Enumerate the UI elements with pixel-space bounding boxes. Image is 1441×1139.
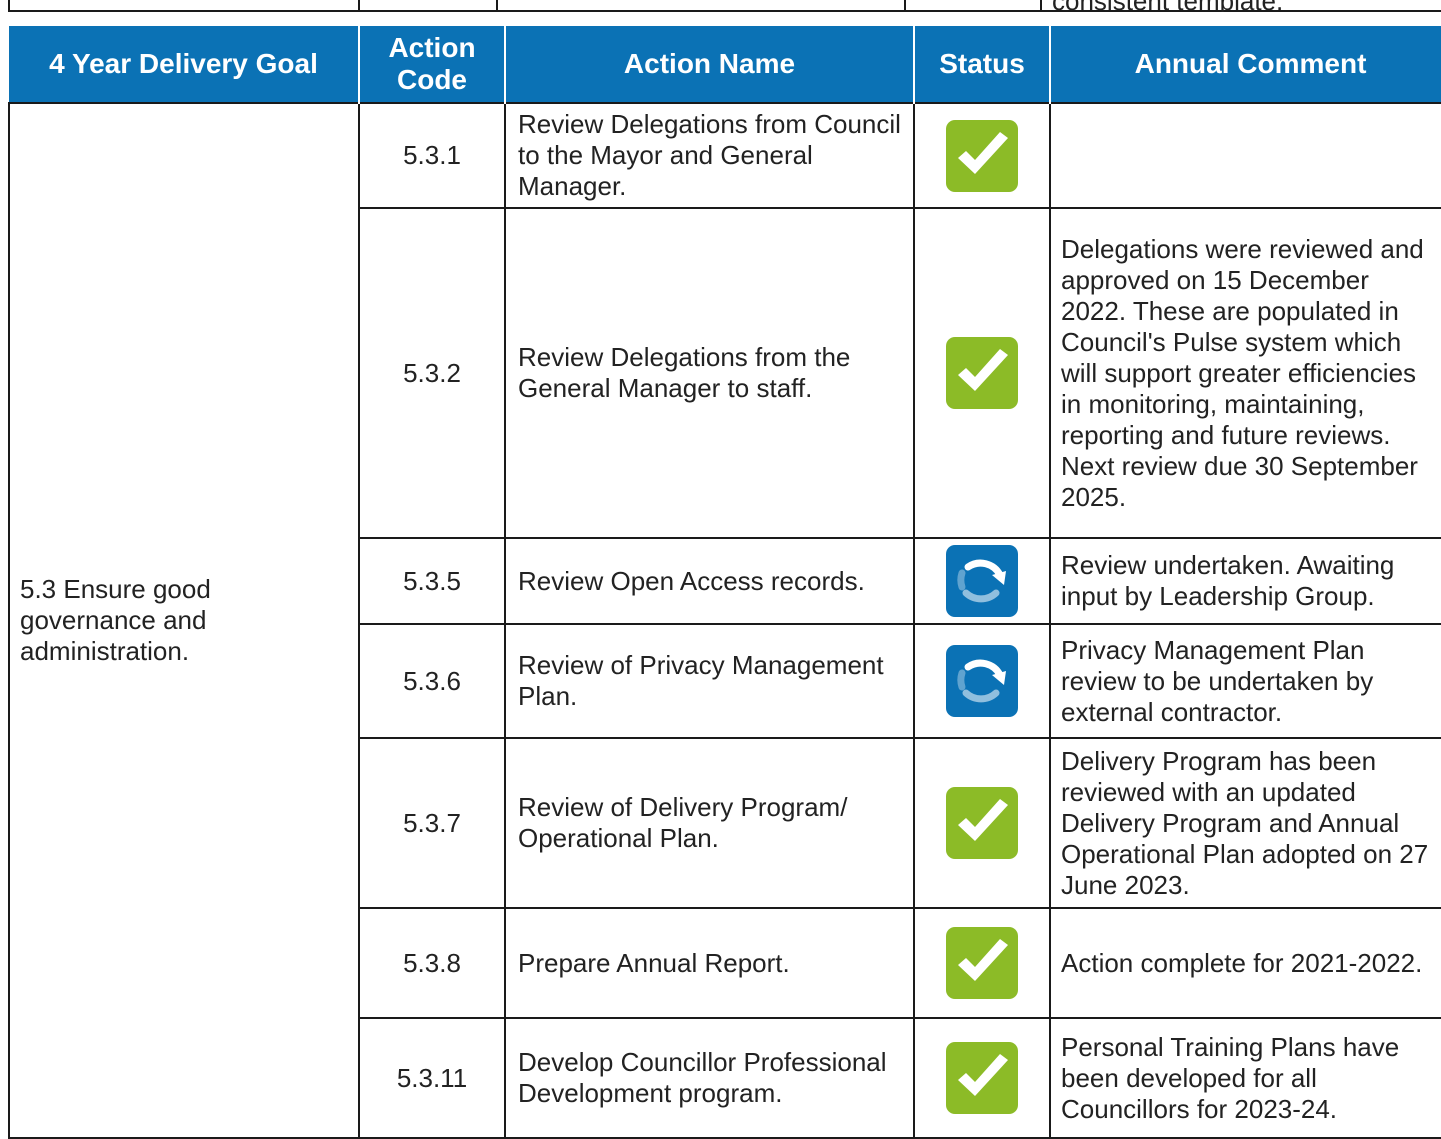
- check-complete-icon: [946, 119, 1018, 192]
- action-code-cell: 5.3.1: [358, 102, 506, 209]
- status-cell: [913, 207, 1051, 539]
- check-complete-icon: [946, 927, 1018, 999]
- annual-comment-cell: Privacy Management Plan review to be und…: [1049, 623, 1441, 739]
- header-action-code-line2: Code: [397, 64, 467, 95]
- annual-comment-cell: [1049, 102, 1441, 209]
- action-name-cell: Review of Delivery Program/ Operational …: [504, 737, 915, 909]
- action-name-cell: Review Delegations from the General Mana…: [504, 207, 915, 539]
- status-cell: [913, 737, 1051, 909]
- status-cell: [913, 102, 1051, 209]
- check-complete-icon: [946, 787, 1018, 859]
- annual-comment-cell: Delivery Program has been reviewed with …: [1049, 737, 1441, 909]
- action-name-cell: Develop Councillor Professional Developm…: [504, 1017, 915, 1139]
- in-progress-icon: [946, 545, 1018, 617]
- action-code-cell: 5.3.7: [358, 737, 506, 909]
- status-cell: [913, 623, 1051, 739]
- table-header-row: 4 Year Delivery Goal Action Code Action N…: [9, 26, 1441, 103]
- action-status-table: 4 Year Delivery Goal Action Code Action N…: [8, 26, 1441, 1139]
- action-name-cell: Review of Privacy Management Plan.: [504, 623, 915, 739]
- action-name-cell: Prepare Annual Report.: [504, 907, 915, 1019]
- header-delivery-goal: 4 Year Delivery Goal: [9, 26, 359, 103]
- header-action-name: Action Name: [504, 26, 914, 103]
- action-code-cell: 5.3.2: [358, 207, 506, 539]
- annual-comment-cell: Personal Training Plans have been develo…: [1049, 1017, 1441, 1139]
- in-progress-icon: [946, 645, 1018, 717]
- check-complete-icon: [946, 337, 1018, 409]
- annual-comment-cell: Delegations were reviewed and approved o…: [1049, 207, 1441, 539]
- header-action-code-line1: Action: [388, 32, 476, 63]
- action-code-cell: 5.3.6: [358, 623, 506, 739]
- check-complete-icon: [946, 1042, 1018, 1114]
- header-status: Status: [913, 26, 1050, 103]
- status-cell: [913, 1017, 1051, 1139]
- action-name-cell: Review Open Access records.: [504, 537, 915, 625]
- action-code-cell: 5.3.11: [358, 1017, 506, 1139]
- table-row: 5.3 Ensure good governance and administr…: [8, 102, 1441, 1139]
- action-code-cell: 5.3.5: [358, 537, 506, 625]
- delivery-goal-cell: 5.3 Ensure good governance and administr…: [8, 102, 360, 1139]
- action-code-cell: 5.3.8: [358, 907, 506, 1019]
- action-name-cell: Review Delegations from Council to the M…: [504, 102, 915, 209]
- annual-comment-cell: Review undertaken. Awaiting input by Lea…: [1049, 537, 1441, 625]
- previous-row-comment-fragment: consistent template.: [1052, 0, 1283, 12]
- previous-table-remnant: consistent template.: [0, 0, 1441, 12]
- status-cell: [913, 537, 1051, 625]
- header-action-code: Action Code: [358, 26, 505, 103]
- status-cell: [913, 907, 1051, 1019]
- annual-comment-cell: Action complete for 2021-2022.: [1049, 907, 1441, 1019]
- header-annual-comment: Annual Comment: [1049, 26, 1441, 103]
